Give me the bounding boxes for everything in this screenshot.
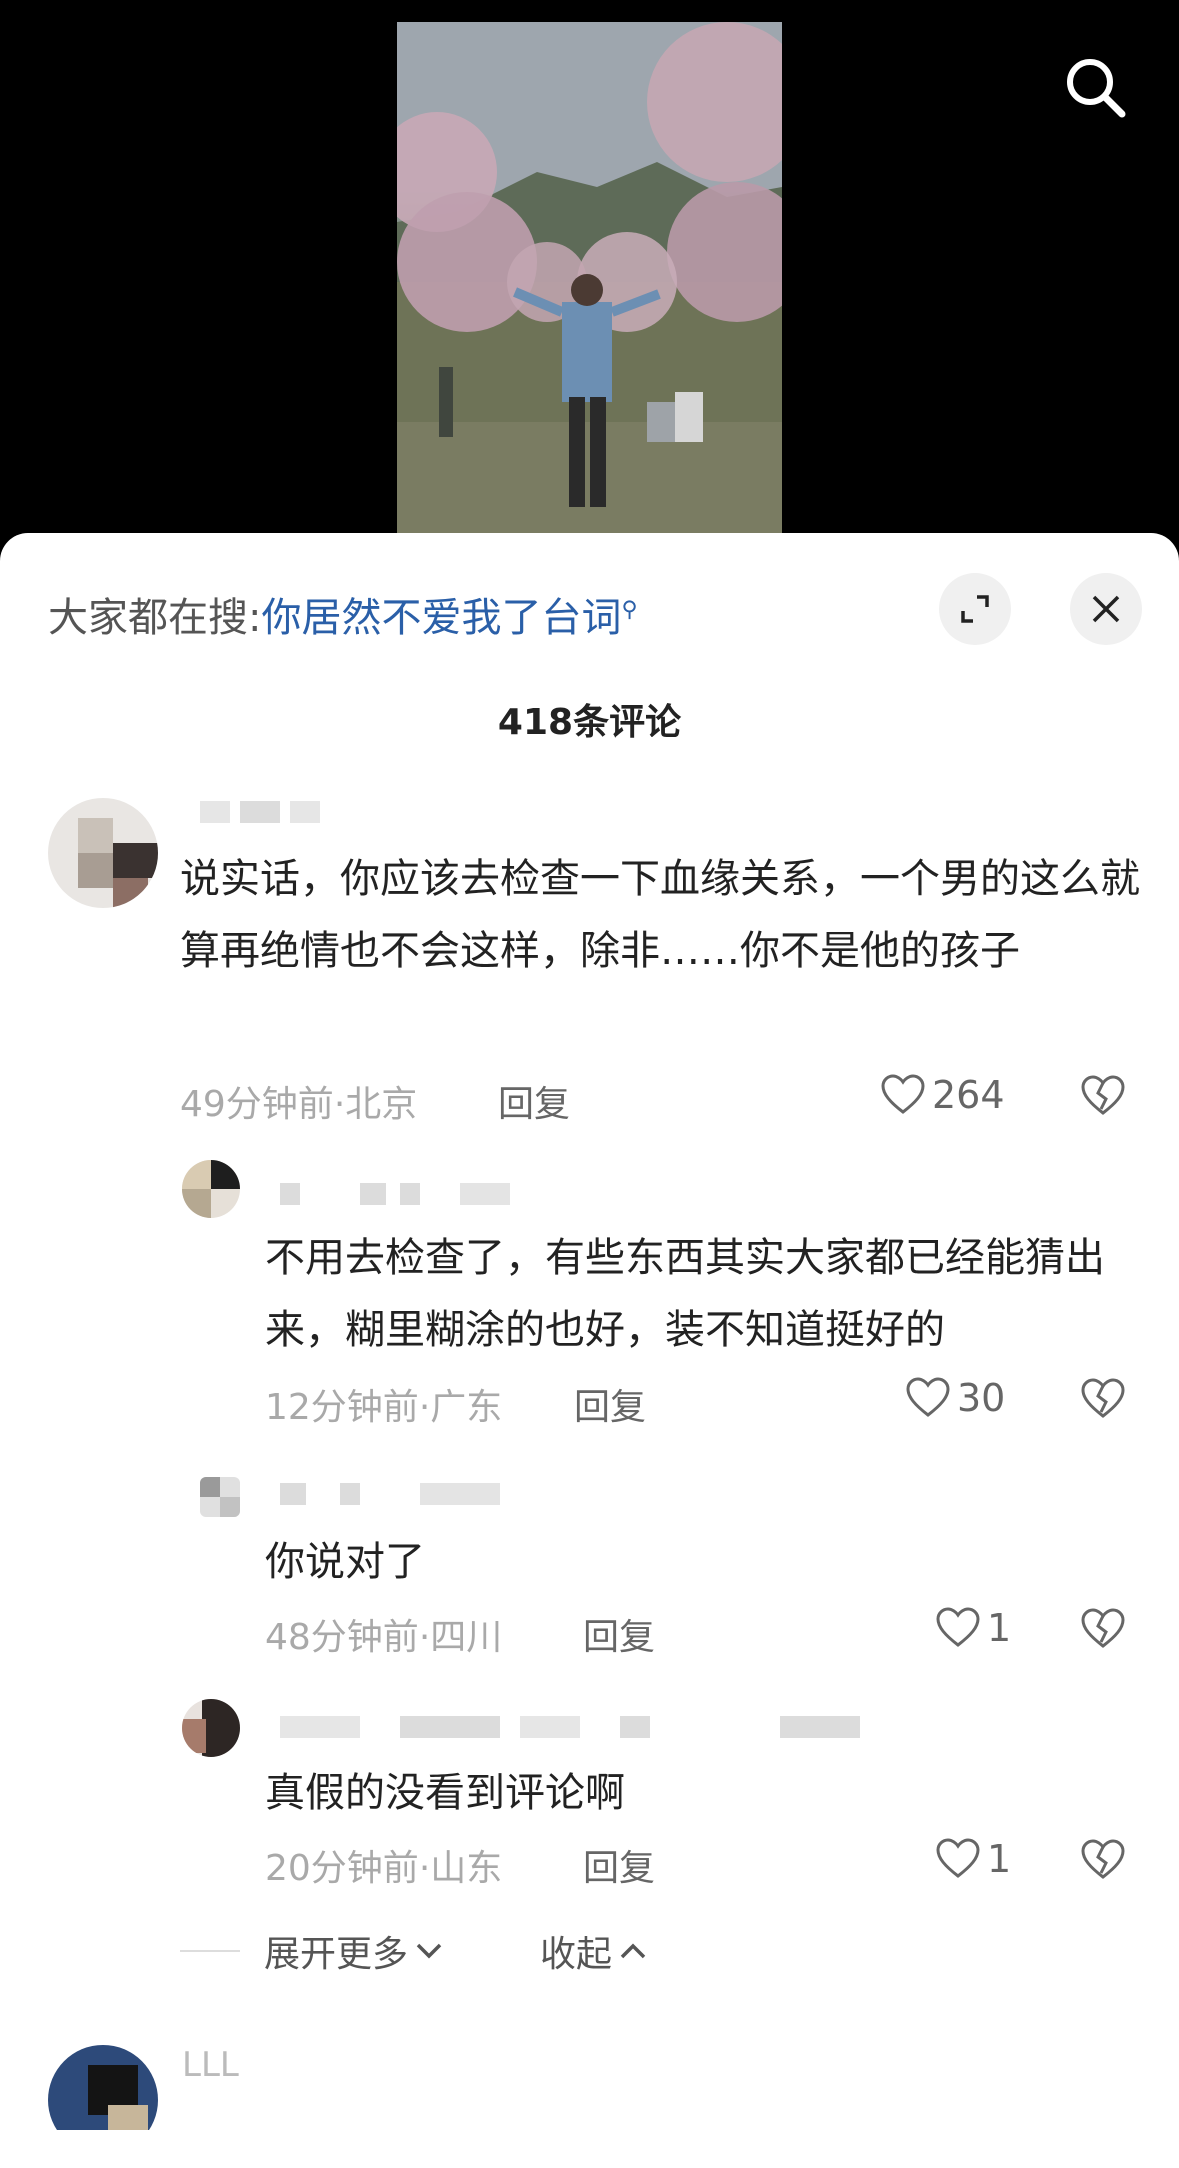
bottom-fade	[0, 2130, 1179, 2168]
replies-toggle-row: 展开更多 收起	[180, 1925, 648, 1977]
collapse-label: 收起	[540, 1934, 613, 1975]
video-player[interactable]	[0, 0, 1179, 560]
reply-button[interactable]: 回复	[574, 1378, 646, 1430]
comment-meta: 12分钟前·广东	[265, 1387, 503, 1428]
comment-text: 不用去检查了，有些东西其实大家都已经能猜出来，糊里糊涂的也好，装不知道挺好的	[265, 1235, 1105, 1353]
like-count: 30	[957, 1376, 1006, 1420]
like-count: 1	[987, 1606, 1012, 1650]
avatar[interactable]	[48, 798, 158, 908]
broken-heart-icon	[1081, 1378, 1125, 1418]
video-scene	[397, 22, 782, 537]
heart-icon	[881, 1074, 925, 1114]
heart-icon	[936, 1607, 980, 1647]
avatar[interactable]	[182, 1160, 240, 1218]
heart-icon	[936, 1838, 980, 1878]
comment-text: 真假的没看到评论啊	[265, 1770, 625, 1816]
chevron-up-icon	[620, 1943, 646, 1959]
close-icon	[1092, 595, 1120, 623]
username[interactable]: LLL	[182, 2045, 239, 2085]
dislike-button[interactable]	[1080, 1608, 1126, 1654]
broken-heart-icon	[1081, 1075, 1125, 1115]
small-search-icon: ⚲	[621, 597, 638, 623]
username-blurred[interactable]	[270, 1483, 550, 1509]
comment-meta: 20分钟前·山东	[265, 1848, 503, 1889]
like-button[interactable]: 30	[905, 1376, 1005, 1420]
reply-button[interactable]: 回复	[498, 1075, 570, 1127]
like-button[interactable]: 1	[935, 1606, 1011, 1650]
broken-heart-icon	[1081, 1839, 1125, 1879]
reply-button[interactable]: 回复	[583, 1839, 655, 1891]
avatar[interactable]	[182, 1699, 240, 1757]
username-blurred[interactable]	[180, 801, 360, 827]
video-thumbnail[interactable]	[397, 22, 782, 537]
username-blurred[interactable]	[270, 1183, 550, 1209]
trending-query-link[interactable]: 你居然不爱我了台词	[261, 595, 621, 641]
expand-button[interactable]	[939, 573, 1011, 645]
expand-more-button[interactable]: 展开更多	[264, 1925, 444, 1977]
like-count: 1	[987, 1837, 1012, 1881]
heart-icon	[906, 1377, 950, 1417]
like-button[interactable]: 264	[880, 1073, 1005, 1117]
chevron-down-icon	[416, 1943, 442, 1959]
like-count: 264	[932, 1073, 1005, 1117]
divider	[180, 1950, 240, 1952]
like-button[interactable]: 1	[935, 1837, 1011, 1881]
comment-text: 说实话，你应该去检查一下血缘关系，一个男的这么就算再绝情也不会这样，除非……你不…	[180, 856, 1140, 974]
search-icon[interactable]	[1062, 54, 1128, 120]
expand-icon	[961, 595, 989, 623]
comment-meta: 49分钟前·北京	[180, 1084, 418, 1125]
avatar[interactable]	[200, 1477, 240, 1517]
trending-prefix: 大家都在搜:	[48, 595, 262, 641]
dislike-button[interactable]	[1080, 1378, 1126, 1424]
broken-heart-icon	[1081, 1608, 1125, 1648]
comment-text: 你说对了	[265, 1539, 425, 1585]
trending-search-bar[interactable]: 大家都在搜:你居然不爱我了台词⚲	[48, 585, 638, 643]
expand-more-label: 展开更多	[264, 1934, 409, 1975]
close-button[interactable]	[1070, 573, 1142, 645]
collapse-button[interactable]: 收起	[540, 1925, 648, 1977]
comment-meta: 48分钟前·四川	[265, 1617, 503, 1658]
reply-button[interactable]: 回复	[583, 1608, 655, 1660]
comment-count: 418条评论	[497, 702, 682, 743]
dislike-button[interactable]	[1080, 1839, 1126, 1885]
dislike-button[interactable]	[1080, 1075, 1126, 1121]
username-blurred[interactable]	[270, 1716, 870, 1742]
comment-sheet: 大家都在搜:你居然不爱我了台词⚲ 418条评论 说实话，你应该去检查一下血缘关系…	[0, 533, 1179, 2168]
